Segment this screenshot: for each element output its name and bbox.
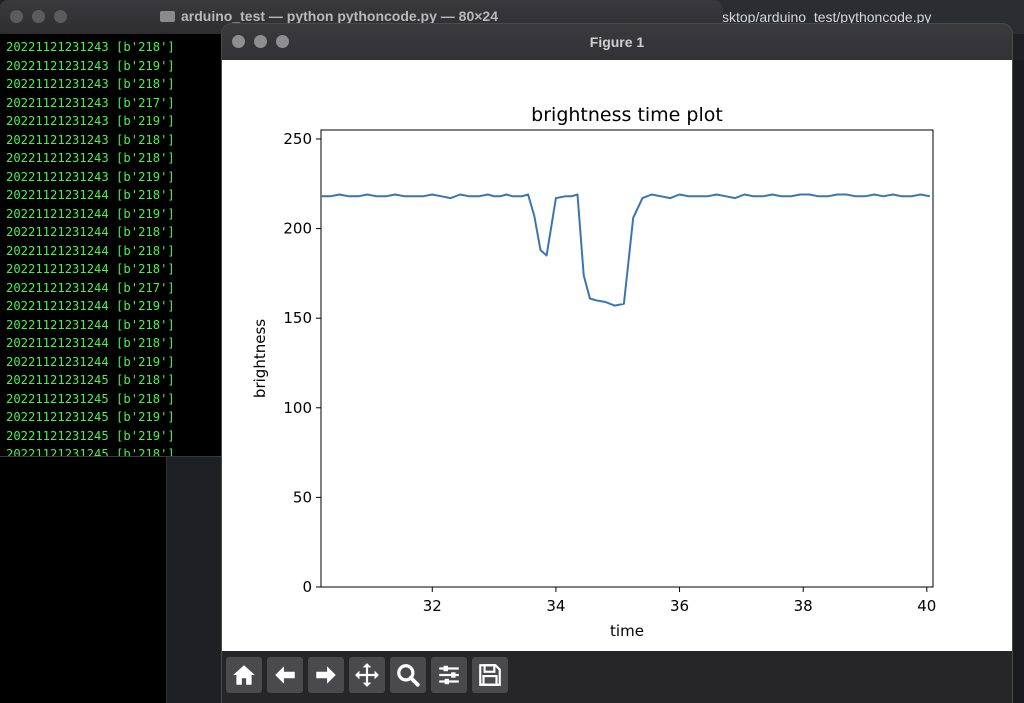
home-button[interactable] <box>226 657 262 693</box>
terminal-line: 20221121231245 [b'219'] <box>6 428 175 443</box>
terminal-line: 20221121231243 [b'218'] <box>6 132 175 147</box>
terminal-line: 20221121231244 [b'218'] <box>6 225 175 239</box>
y-tick-label: 50 <box>293 488 312 506</box>
maximize-window-button[interactable] <box>54 10 67 23</box>
x-axis-label: time <box>610 622 644 640</box>
zoom-button[interactable] <box>390 657 426 693</box>
y-axis-label: brightness <box>251 319 269 398</box>
terminal-line: 20221121231244 [b'219'] <box>6 299 175 313</box>
y-tick-label: 200 <box>283 220 312 238</box>
terminal-line: 20221121231243 [b'219'] <box>6 169 175 184</box>
terminal-line: 20221121231244 [b'219'] <box>6 206 175 221</box>
terminal-title: arduino_test — python pythoncode.py — 80… <box>160 8 498 24</box>
back-button[interactable] <box>267 657 303 693</box>
terminal-line: 20221121231244 [b'218'] <box>6 243 175 258</box>
save-floppy-icon <box>479 664 501 686</box>
terminal-line: 20221121231244 [b'218'] <box>6 336 175 350</box>
terminal-line: 20221121231244 [b'218'] <box>6 262 175 276</box>
y-tick-label: 0 <box>302 578 312 596</box>
plot-canvas[interactable]: brightness time plot 0 50 100 150 200 250 32 34 3… <box>222 60 1012 651</box>
line-chart[interactable]: brightness time plot 0 50 100 150 200 250 32 34 3… <box>222 60 1012 651</box>
terminal-line: 20221121231244 [b'218'] <box>6 188 175 202</box>
y-tick-label: 250 <box>283 130 312 148</box>
terminal-line: 20221121231243 [b'217'] <box>6 95 175 110</box>
minimize-window-button[interactable] <box>32 10 45 23</box>
home-icon <box>233 665 255 685</box>
chart-title: brightness time plot <box>531 104 723 126</box>
pan-move-icon <box>355 663 379 687</box>
background-editor-right-strip <box>1010 60 1024 703</box>
back-arrow-icon <box>275 666 295 684</box>
configure-subplots-button[interactable] <box>431 657 467 693</box>
background-editor-sidebar <box>0 456 166 703</box>
configure-sliders-icon <box>439 665 459 685</box>
terminal-title-text: arduino_test — python pythoncode.py — 80… <box>181 8 498 24</box>
terminal-line: 20221121231245 [b'218'] <box>6 373 175 387</box>
terminal-line: 20221121231245 [b'218'] <box>6 447 175 456</box>
background-file-path[interactable]: sktop/arduino_test/pythoncode.py <box>722 9 931 25</box>
terminal-line: 20221121231243 [b'219'] <box>6 58 175 73</box>
terminal-line: 20221121231245 [b'219'] <box>6 410 175 424</box>
x-tick-label: 40 <box>917 597 936 615</box>
terminal-line: 20221121231243 [b'218'] <box>6 77 175 91</box>
background-editor-divider <box>166 456 167 703</box>
plot-frame <box>320 129 934 588</box>
close-window-button[interactable] <box>10 10 23 23</box>
terminal-line: 20221121231244 [b'218'] <box>6 317 175 332</box>
terminal-line: 20221121231243 [b'218'] <box>6 151 175 165</box>
figure-title: Figure 1 <box>589 34 645 50</box>
x-tick-label: 38 <box>794 597 813 615</box>
figure-window[interactable]: Figure 1 brightness time plot 0 50 100 150 20… <box>222 24 1012 703</box>
x-tick-label: 32 <box>423 597 442 615</box>
terminal-line: 20221121231244 [b'217'] <box>6 280 175 295</box>
terminal-line: 20221121231243 [b'218'] <box>6 40 175 54</box>
forward-button[interactable] <box>308 657 344 693</box>
forward-arrow-icon <box>316 666 336 684</box>
terminal-line: 20221121231245 [b'218'] <box>6 391 175 406</box>
x-tick-label: 36 <box>670 597 689 615</box>
y-tick-label: 100 <box>283 399 312 417</box>
terminal-output[interactable]: 20221121231243 [b'218'] 20221121231243 [b… <box>6 38 175 456</box>
brightness-series-line <box>321 193 931 307</box>
pan-button[interactable] <box>349 657 385 693</box>
terminal-line: 20221121231243 [b'219'] <box>6 114 175 128</box>
y-tick-label: 150 <box>283 309 312 327</box>
zoom-magnifier-icon <box>397 664 420 687</box>
navigation-toolbar <box>222 651 1012 703</box>
figure-titlebar[interactable]: Figure 1 <box>222 24 1012 60</box>
save-button[interactable] <box>472 657 508 693</box>
x-tick-label: 34 <box>546 597 565 615</box>
terminal-line: 20221121231244 [b'219'] <box>6 354 175 369</box>
folder-icon <box>160 11 175 22</box>
